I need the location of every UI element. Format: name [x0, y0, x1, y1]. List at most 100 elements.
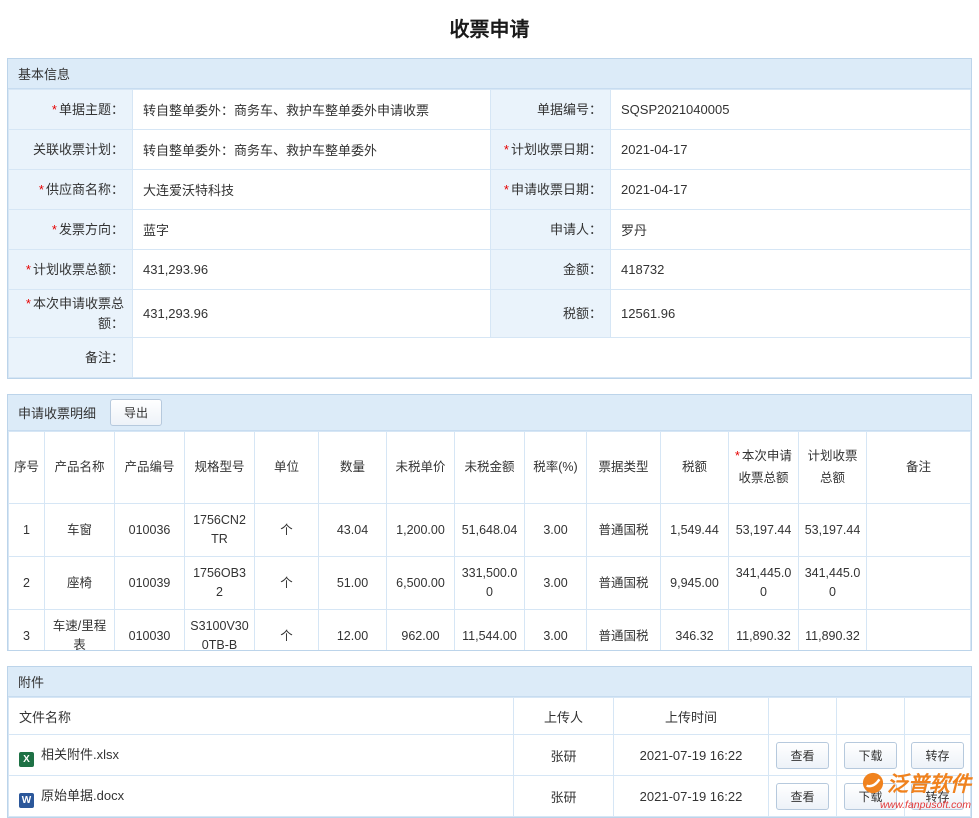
- view-button[interactable]: 查看: [776, 742, 828, 769]
- detail-title: 申请收票明细: [18, 403, 96, 422]
- table-row: 3车速/里程表010030S3100V300TB-B个12.00962.0011…: [9, 610, 971, 651]
- cell: 普通国税: [587, 557, 661, 610]
- basic-info-table: *单据主题：转自整单委外：商务车、救护车整单委外申请收票单据编号：SQSP202…: [8, 89, 971, 378]
- field-value: 2021-04-17: [611, 130, 971, 170]
- cell: 1: [9, 504, 45, 557]
- column-header: *本次申请收票总额: [729, 432, 799, 504]
- required-asterisk: *: [52, 102, 57, 117]
- cell: 9,945.00: [661, 557, 729, 610]
- upload-time: 2021-07-19 16:22: [614, 735, 769, 776]
- view-button[interactable]: 查看: [776, 783, 828, 810]
- column-header: [769, 698, 837, 735]
- export-button[interactable]: 导出: [110, 399, 162, 426]
- cell: S3100V300TB-B: [185, 610, 255, 651]
- field-label: *发票方向：: [9, 210, 133, 250]
- cell: 11,890.32: [799, 610, 867, 651]
- detail-body: 1车窗0100361756CN2TR个43.041,200.0051,648.0…: [9, 504, 971, 651]
- cell: 43.04: [319, 504, 387, 557]
- column-header: 数量: [319, 432, 387, 504]
- watermark-brand: 泛普软件: [887, 774, 971, 795]
- cell: 1,200.00: [387, 504, 455, 557]
- download-button[interactable]: 下载: [844, 742, 896, 769]
- cell: 346.32: [661, 610, 729, 651]
- cell: [867, 610, 971, 651]
- cell: 3.00: [525, 557, 587, 610]
- required-asterisk: *: [735, 449, 740, 463]
- field-value: [133, 338, 971, 378]
- cell: 1756OB32: [185, 557, 255, 610]
- field-value: 431,293.96: [133, 290, 491, 338]
- field-label: 金额：: [491, 250, 611, 290]
- basic-info-title: 基本信息: [18, 64, 70, 83]
- cell: 010036: [115, 504, 185, 557]
- cell: 座椅: [45, 557, 115, 610]
- form-row: *供应商名称：大连爱沃特科技*申请收票日期：2021-04-17: [9, 170, 971, 210]
- cell: 普通国税: [587, 610, 661, 651]
- uploader: 张研: [514, 735, 614, 776]
- field-label: *单据主题：: [9, 90, 133, 130]
- cell: 11,890.32: [729, 610, 799, 651]
- field-label-text: 税额：: [563, 306, 602, 321]
- column-header: [905, 698, 971, 735]
- field-label: *计划收票总额：: [9, 250, 133, 290]
- field-label: 税额：: [491, 290, 611, 338]
- detail-section: 申请收票明细 导出 序号产品名称产品编号规格型号单位数量未税单价未税金额税率(%…: [7, 394, 972, 651]
- cell: 个: [255, 610, 319, 651]
- column-header: 规格型号: [185, 432, 255, 504]
- attachments-title: 附件: [18, 672, 44, 691]
- column-header: [837, 698, 905, 735]
- cell: 53,197.44: [729, 504, 799, 557]
- attachments-header: 附件: [8, 667, 971, 697]
- page-title: 收票申请: [0, 0, 979, 58]
- cell: 普通国税: [587, 504, 661, 557]
- field-label: *供应商名称：: [9, 170, 133, 210]
- cell: 个: [255, 557, 319, 610]
- cell: 010030: [115, 610, 185, 651]
- field-value: 罗丹: [611, 210, 971, 250]
- uploader: 张研: [514, 776, 614, 817]
- file-name-cell: W原始单据.docx: [9, 776, 514, 817]
- field-label-text: 计划收票总额：: [33, 262, 124, 277]
- form-row: *发票方向：蓝字申请人：罗丹: [9, 210, 971, 250]
- detail-columns-row: 序号产品名称产品编号规格型号单位数量未税单价未税金额税率(%)票据类型税额*本次…: [9, 432, 971, 504]
- field-label: *本次申请收票总额：: [9, 290, 133, 338]
- attachment-row: W原始单据.docx张研2021-07-19 16:22查看下载转存: [9, 776, 971, 817]
- cell: 51.00: [319, 557, 387, 610]
- column-header: 备注: [867, 432, 971, 504]
- attach-columns-row: 文件名称上传人上传时间: [9, 698, 971, 735]
- column-header: 税率(%): [525, 432, 587, 504]
- cell: 车速/里程表: [45, 610, 115, 651]
- field-label-text: 备注：: [85, 350, 124, 365]
- cell: 2: [9, 557, 45, 610]
- column-header: 产品编号: [115, 432, 185, 504]
- field-label-text: 申请收票日期：: [511, 182, 602, 197]
- detail-table-viewport[interactable]: 序号产品名称产品编号规格型号单位数量未税单价未税金额税率(%)票据类型税额*本次…: [8, 431, 971, 650]
- file-name: 原始单据.docx: [41, 788, 124, 803]
- field-label: *申请收票日期：: [491, 170, 611, 210]
- required-asterisk: *: [39, 182, 44, 197]
- required-asterisk: *: [52, 222, 57, 237]
- field-label-text: 发票方向：: [59, 222, 124, 237]
- basic-info-body: *单据主题：转自整单委外：商务车、救护车整单委外申请收票单据编号：SQSP202…: [9, 90, 971, 378]
- detail-section-header: 申请收票明细 导出: [8, 395, 971, 431]
- form-row: *计划收票总额：431,293.96金额：418732: [9, 250, 971, 290]
- file-name: 相关附件.xlsx: [41, 747, 119, 762]
- cell: 6,500.00: [387, 557, 455, 610]
- field-value: 12561.96: [611, 290, 971, 338]
- form-row: 关联收票计划：转自整单委外：商务车、救护车整单委外*计划收票日期：2021-04…: [9, 130, 971, 170]
- field-value: 转自整单委外：商务车、救护车整单委外申请收票: [133, 90, 491, 130]
- column-header: 计划收票总额: [799, 432, 867, 504]
- required-asterisk: *: [26, 296, 31, 311]
- field-value: 大连爱沃特科技: [133, 170, 491, 210]
- fanpu-logo-icon: [862, 772, 884, 798]
- form-row: 备注：: [9, 338, 971, 378]
- watermark: 泛普软件 www.fanpusoft.com: [862, 772, 971, 811]
- cell: [867, 557, 971, 610]
- field-value: SQSP2021040005: [611, 90, 971, 130]
- save-as-button[interactable]: 转存: [911, 742, 963, 769]
- attach-body: X相关附件.xlsx张研2021-07-19 16:22查看下载转存W原始单据.…: [9, 735, 971, 817]
- cell: 12.00: [319, 610, 387, 651]
- cell: 331,500.00: [455, 557, 525, 610]
- cell: 个: [255, 504, 319, 557]
- attachments-section: 附件 文件名称上传人上传时间 X相关附件.xlsx张研2021-07-19 16…: [7, 666, 972, 818]
